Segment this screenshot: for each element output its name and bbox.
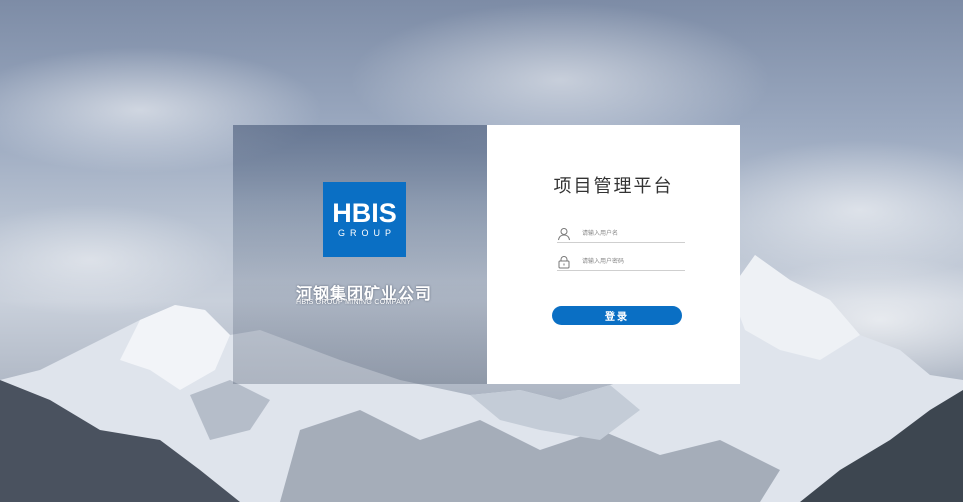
- login-title: 项目管理平台: [553, 176, 674, 197]
- lock-icon: [558, 255, 570, 268]
- company-name-en: HBIS GROUP MINING COMPANY: [296, 299, 412, 306]
- logo-sub-text: GROUP: [337, 228, 396, 238]
- password-input[interactable]: [582, 254, 682, 269]
- login-button[interactable]: 登录: [552, 306, 682, 325]
- username-input[interactable]: [582, 226, 682, 241]
- login-card: 项目管理平台 登录: [487, 125, 740, 384]
- logo-main-text: HBIS: [332, 198, 397, 228]
- user-icon: [558, 227, 570, 240]
- username-field: [557, 225, 685, 243]
- password-field: [557, 253, 685, 271]
- hbis-logo: HBIS GROUP: [323, 182, 406, 257]
